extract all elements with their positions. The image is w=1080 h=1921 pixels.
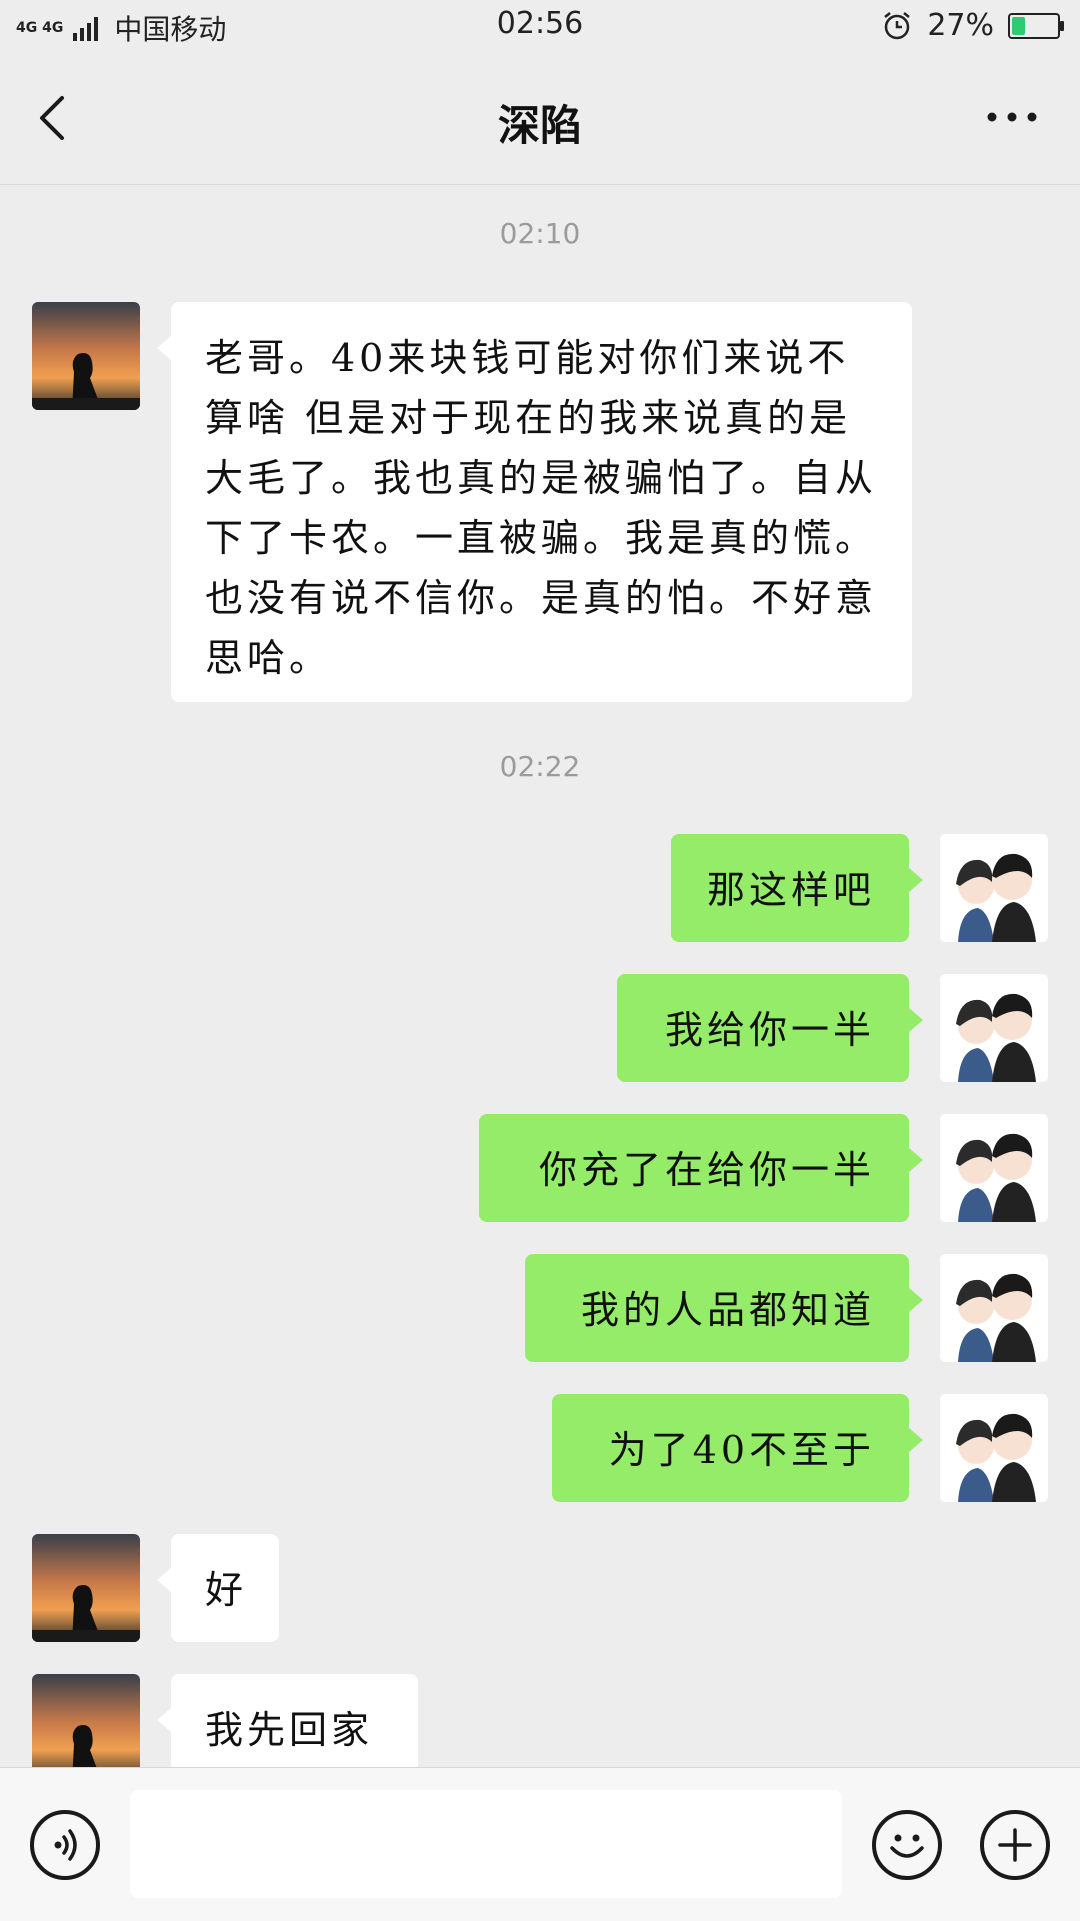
message-bubble-outgoing[interactable]: 那这样吧	[671, 834, 923, 942]
message-bubble-outgoing[interactable]: 我给你一半	[617, 974, 923, 1082]
contact-avatar[interactable]	[32, 302, 140, 410]
plus-icon[interactable]	[980, 1810, 1050, 1880]
chat-header: 深陷	[0, 52, 1080, 185]
emoji-icon[interactable]	[872, 1810, 942, 1880]
input-bar	[0, 1767, 1080, 1921]
user-avatar[interactable]	[940, 834, 1048, 942]
message-list[interactable]: 02:10 老哥。40来块钱可能对你们来说不算啥 但是对于现在的我来说真的是大毛…	[0, 185, 1080, 1767]
battery-percent: 27%	[927, 8, 994, 43]
contact-avatar[interactable]	[32, 1534, 140, 1642]
message-bubble-incoming[interactable]: 我先回家	[157, 1674, 418, 1767]
message-bubble-incoming[interactable]: 好	[157, 1534, 279, 1642]
message-bubble-outgoing[interactable]: 为了40不至于	[552, 1394, 923, 1502]
message-input[interactable]	[130, 1790, 842, 1898]
user-avatar[interactable]	[940, 974, 1048, 1082]
user-avatar[interactable]	[940, 1254, 1048, 1362]
message-bubble-outgoing[interactable]: 你充了在给你一半	[479, 1114, 923, 1222]
user-avatar[interactable]	[940, 1114, 1048, 1222]
contact-avatar[interactable]	[32, 1674, 140, 1767]
timestamp: 02:22	[499, 750, 581, 783]
message-bubble-incoming[interactable]: 老哥。40来块钱可能对你们来说不算啥 但是对于现在的我来说真的是大毛了。我也真的…	[157, 302, 912, 702]
status-bar: 4G 4G 中国移动 02:56 27%	[0, 0, 1080, 52]
ellipsis-icon[interactable]	[984, 102, 1040, 132]
user-avatar[interactable]	[940, 1394, 1048, 1502]
battery-charging-icon	[1008, 12, 1064, 39]
message-bubble-outgoing[interactable]: 我的人品都知道	[525, 1254, 923, 1362]
status-right: 27%	[881, 8, 1064, 43]
voice-icon[interactable]	[30, 1810, 100, 1880]
timestamp: 02:10	[499, 217, 581, 250]
alarm-clock-icon	[884, 11, 911, 39]
chat-title: 深陷	[497, 101, 582, 150]
battery-level-fill	[1012, 16, 1025, 35]
